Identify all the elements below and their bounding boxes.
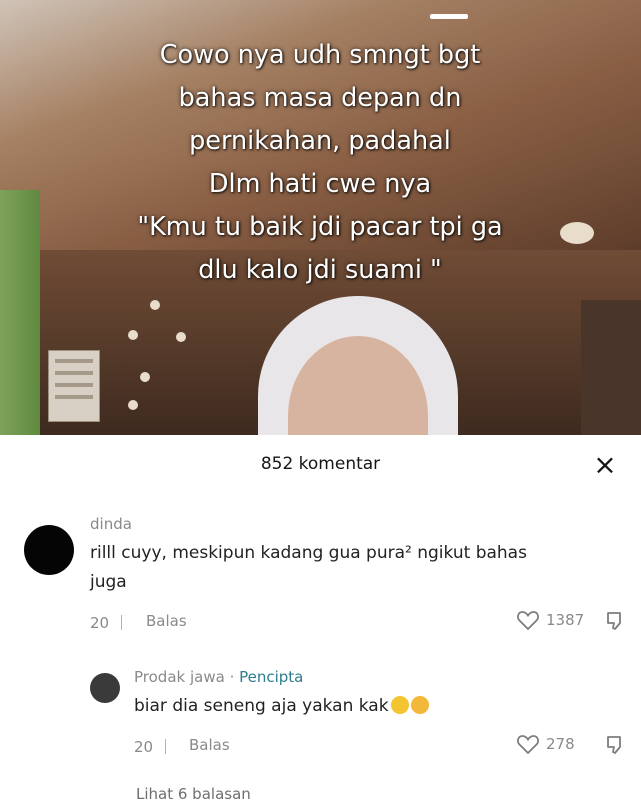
video-subject bbox=[258, 296, 458, 435]
video-caption-overlay: Cowo nya udh smngt bgt bahas masa depan … bbox=[40, 34, 600, 292]
comment-username[interactable]: dinda bbox=[90, 515, 132, 533]
like-button[interactable]: 278 bbox=[516, 733, 575, 755]
reply-text-content: biar dia seneng aja yakan kak bbox=[134, 696, 389, 716]
like-count: 1387 bbox=[546, 611, 585, 629]
wall-decoration bbox=[176, 332, 186, 342]
heart-icon bbox=[517, 735, 539, 755]
caption-line: Cowo nya udh smngt bgt bbox=[159, 40, 481, 70]
like-count: 278 bbox=[546, 735, 575, 753]
caption-line: "Kmu tu baik jdi pacar tpi ga bbox=[137, 212, 503, 242]
author-tag: Pencipta bbox=[239, 668, 304, 686]
caption-line: pernikahan, padahal bbox=[189, 126, 451, 156]
reply-button[interactable]: Balas bbox=[189, 736, 230, 754]
background-wall-left bbox=[0, 190, 40, 435]
wall-poster bbox=[48, 350, 100, 422]
caption-line: dlu kalo jdi suami " bbox=[198, 255, 442, 285]
reply-username[interactable]: Prodak jawa bbox=[134, 668, 225, 686]
dislike-icon[interactable] bbox=[604, 610, 626, 632]
like-button[interactable]: 1387 bbox=[516, 609, 584, 631]
reply-date: 20 ｜ bbox=[134, 738, 173, 756]
reply-username-row: Prodak jawa · Pencipta bbox=[134, 668, 303, 686]
drag-handle[interactable] bbox=[430, 14, 468, 19]
dislike-icon[interactable] bbox=[604, 734, 626, 756]
wall-decoration bbox=[128, 400, 138, 410]
comment-text: rilll cuyy, meskipun kadang gua pura² ng… bbox=[90, 539, 630, 597]
caption-line: bahas masa depan dn bbox=[178, 83, 462, 113]
avatar[interactable] bbox=[90, 673, 120, 703]
caption-line: Dlm hati cwe nya bbox=[208, 169, 432, 199]
close-icon[interactable]: × bbox=[589, 449, 621, 481]
reply-button[interactable]: Balas bbox=[146, 612, 187, 630]
comments-sheet: 852 komentar × dinda rilll cuyy, meskipu… bbox=[0, 435, 641, 803]
comment-date: 20 ｜ bbox=[90, 614, 129, 632]
comments-header: 852 komentar × bbox=[0, 435, 641, 495]
avatar[interactable] bbox=[24, 525, 74, 575]
background-wall-right bbox=[581, 300, 641, 435]
crying-face-emoji bbox=[410, 696, 429, 714]
sad-face-emoji bbox=[390, 696, 409, 714]
wall-decoration bbox=[140, 372, 150, 382]
heart-icon bbox=[517, 611, 539, 631]
video-player[interactable]: Cowo nya udh smngt bgt bahas masa depan … bbox=[0, 0, 641, 435]
wall-decoration bbox=[128, 330, 138, 340]
wall-decoration bbox=[150, 300, 160, 310]
view-replies-link[interactable]: Lihat 6 balasan bbox=[136, 785, 251, 803]
comment-text-line: juga bbox=[90, 572, 127, 592]
comment-text-line: rilll cuyy, meskipun kadang gua pura² ng… bbox=[90, 543, 527, 563]
reply-text: biar dia seneng aja yakan kak bbox=[134, 692, 429, 721]
separator: · bbox=[224, 668, 240, 686]
comment-count-title: 852 komentar bbox=[260, 454, 381, 474]
